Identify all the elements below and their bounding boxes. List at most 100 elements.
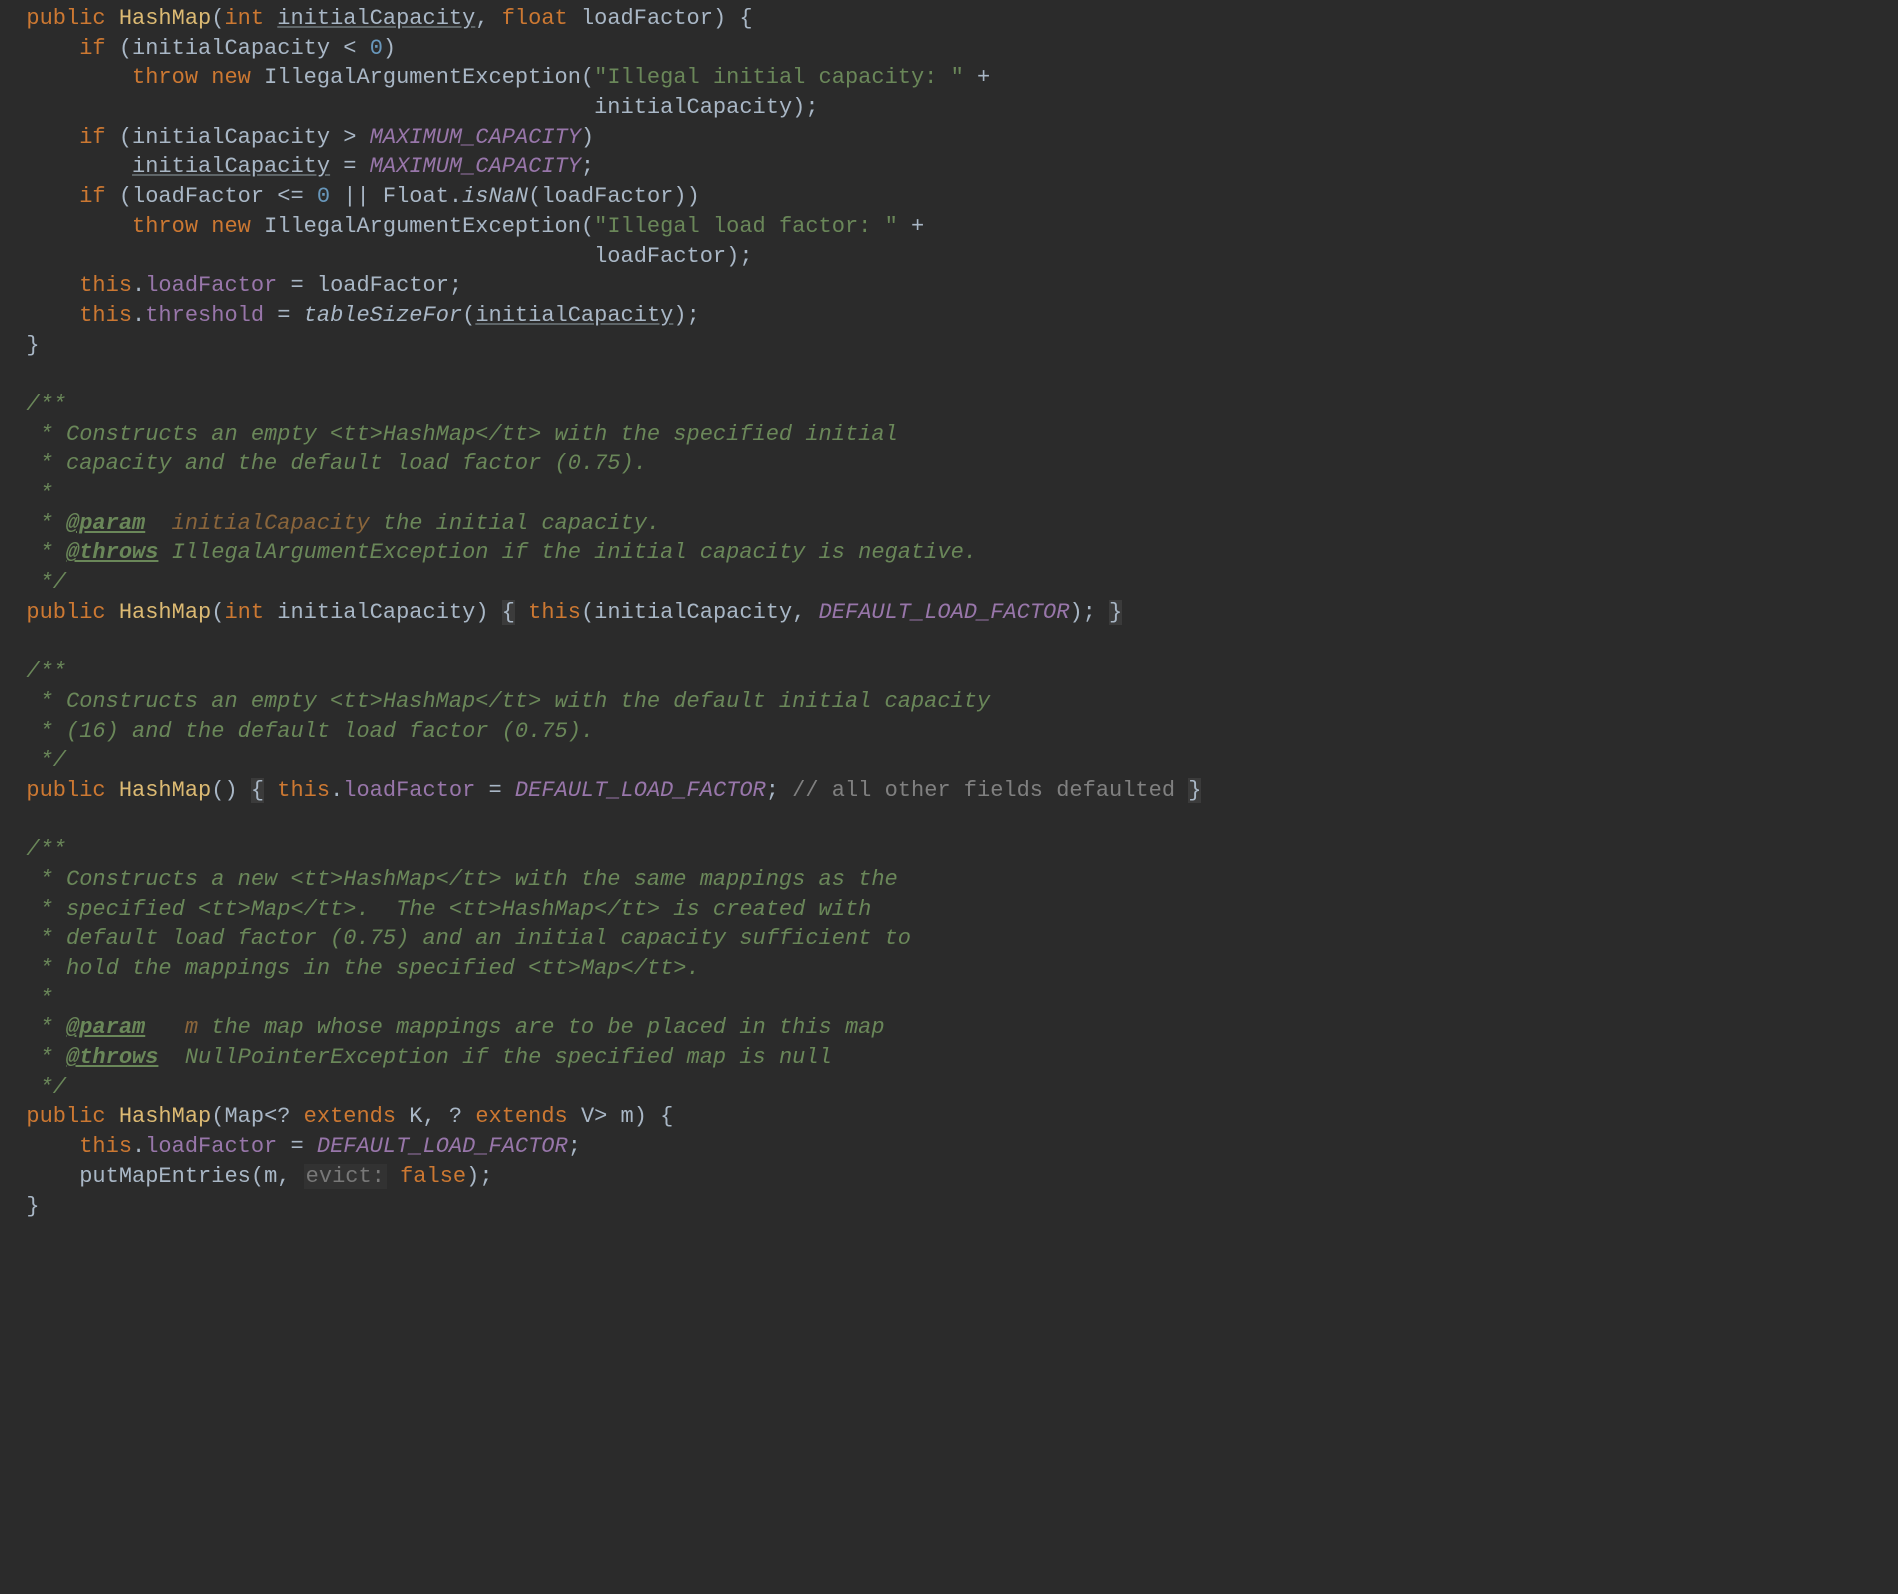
exc-type: IllegalArgumentException [264, 65, 581, 90]
kw-throw: throw [132, 214, 198, 239]
doc-throws-type: IllegalArgumentException [172, 540, 489, 565]
p: ) [581, 125, 594, 150]
id: loadFactor [541, 184, 673, 209]
code-editor[interactable]: public HashMap(int initialCapacity, floa… [0, 0, 1898, 1233]
brace: { [739, 6, 752, 31]
fld: loadFactor [343, 778, 475, 803]
kw-if: if [79, 36, 105, 61]
p: ( [251, 1164, 264, 1189]
fld: loadFactor [145, 273, 277, 298]
kw-float: float [502, 6, 568, 31]
doc: * Constructs an empty <tt>HashMap</tt> w… [26, 422, 897, 447]
doc: * Constructs a new <tt>HashMap</tt> with… [26, 867, 897, 892]
semi: ; [805, 95, 818, 120]
id: loadFactor [132, 184, 264, 209]
paren: ) [713, 6, 726, 31]
doc: * [26, 1045, 66, 1070]
const: DEFAULT_LOAD_FACTOR [515, 778, 766, 803]
const: MAXIMUM_CAPACITY [370, 154, 581, 179]
kw-throw: throw [132, 65, 198, 90]
id: loadFactor [317, 273, 449, 298]
brace: } [1109, 600, 1122, 625]
doc: * [26, 540, 66, 565]
id: initialCapacity [594, 600, 792, 625]
brace: } [26, 1194, 39, 1219]
V: V [581, 1104, 594, 1129]
kw-new: new [211, 65, 251, 90]
brace: } [1188, 778, 1201, 803]
doc: /** [26, 392, 66, 417]
param-m: m [621, 1104, 634, 1129]
p: ( [119, 125, 132, 150]
num: 0 [317, 184, 330, 209]
p: ( [581, 65, 594, 90]
doc: * (16) and the default load factor (0.75… [26, 719, 594, 744]
p: ) [687, 184, 700, 209]
const: MAXIMUM_CAPACITY [370, 125, 581, 150]
p: ( [462, 303, 475, 328]
kw-int: int [224, 6, 264, 31]
doc: */ [26, 570, 66, 595]
call: putMapEntries [79, 1164, 251, 1189]
dot: . [132, 1134, 145, 1159]
semi: ; [739, 244, 752, 269]
paren: ( [211, 6, 224, 31]
semi: ; [568, 1134, 581, 1159]
kw-public: public [26, 600, 105, 625]
type-map: Map [224, 1104, 264, 1129]
id: initialCapacity [132, 125, 330, 150]
doc: */ [26, 748, 66, 773]
doc: */ [26, 1075, 66, 1100]
method-name: HashMap [119, 600, 211, 625]
exc-type: IllegalArgumentException [264, 214, 581, 239]
p: ) [475, 600, 488, 625]
doc: the initial capacity. [383, 511, 660, 536]
kw-public: public [26, 6, 105, 31]
doc: the map whose mappings are to be placed … [211, 1015, 884, 1040]
cls: Float [383, 184, 449, 209]
op: = [290, 1134, 303, 1159]
param-initialCapacity: initialCapacity [277, 6, 475, 31]
kw-extends: extends [475, 1104, 567, 1129]
sp [145, 1015, 185, 1040]
kw-public: public [26, 778, 105, 803]
p: ) [673, 184, 686, 209]
p: ) [466, 1164, 479, 1189]
doc-throws-tag: @throws [66, 1045, 158, 1070]
id: initialCapacity [132, 154, 330, 179]
op: || [343, 184, 369, 209]
p: ( [119, 184, 132, 209]
p: ( [581, 600, 594, 625]
dot: . [330, 778, 343, 803]
doc: * [26, 481, 52, 506]
doc: * [26, 511, 66, 536]
kw-if: if [79, 125, 105, 150]
p: ( [211, 600, 224, 625]
semi: ; [687, 303, 700, 328]
kw-false: false [400, 1164, 466, 1189]
op: + [977, 65, 990, 90]
p: ) [383, 36, 396, 61]
comma: , [277, 1164, 290, 1189]
kw-new: new [211, 214, 251, 239]
fld: loadFactor [145, 1134, 277, 1159]
sp [145, 511, 171, 536]
doc: /** [26, 659, 66, 684]
semi: ; [479, 1164, 492, 1189]
doc: * default load factor (0.75) and an init… [26, 926, 911, 951]
op: = [290, 273, 303, 298]
str: "Illegal load factor: " [594, 214, 898, 239]
p: ) [792, 95, 805, 120]
doc: * Constructs an empty <tt>HashMap</tt> w… [26, 689, 990, 714]
kw-this: this [528, 600, 581, 625]
semi: ; [449, 273, 462, 298]
doc-throws-type: NullPointerException [185, 1045, 449, 1070]
K: K [409, 1104, 422, 1129]
id: initialCapacity [475, 303, 673, 328]
p: ) [1069, 600, 1082, 625]
kw-public: public [26, 1104, 105, 1129]
p: ( [581, 214, 594, 239]
method-name: HashMap [119, 6, 211, 31]
comma: , [475, 6, 488, 31]
doc: if the specified map is null [462, 1045, 832, 1070]
